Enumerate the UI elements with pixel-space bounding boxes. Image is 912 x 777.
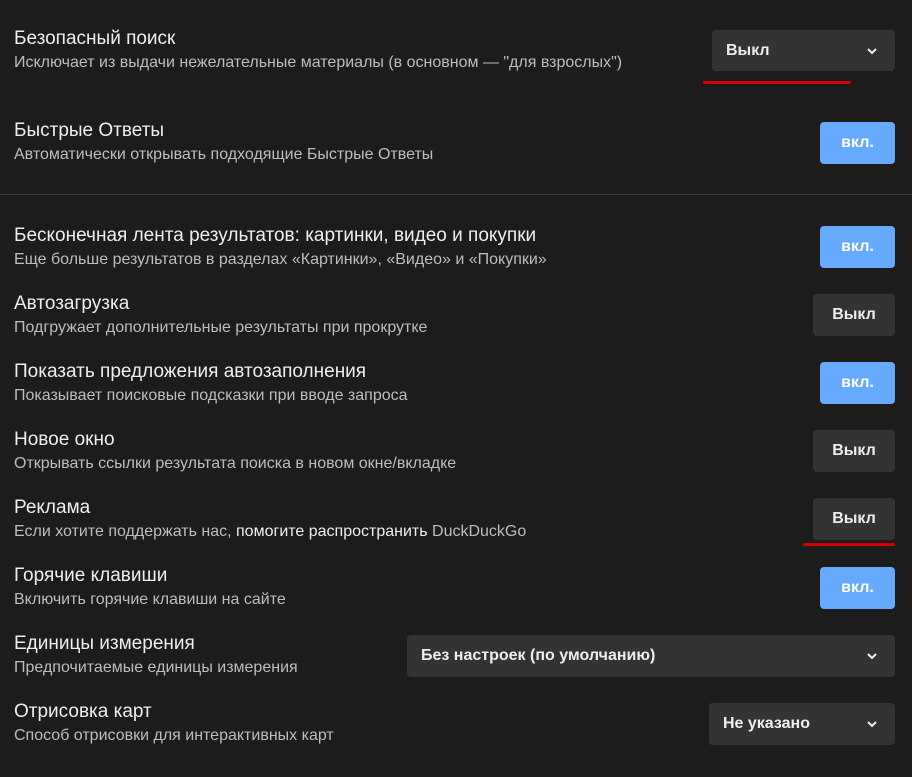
safe-search-value: Выкл [726,41,770,59]
setting-title: Реклама [14,497,91,518]
instant-answers-toggle-button[interactable]: вкл. [820,122,895,164]
setting-description: Включить горячие клавиши на сайте [14,591,286,608]
setting-title: Быстрые Ответы [14,120,165,141]
setting-description: Способ отрисовки для интерактивных карт [14,727,334,744]
chevron-down-icon [867,47,877,54]
setting-title: Новое окно [14,429,115,450]
infinite-scroll-toggle-button[interactable]: вкл. [820,226,895,268]
spread-the-word-link[interactable]: помогите распространить [236,523,428,540]
units-select[interactable]: Без настроек (по умолчанию) [407,635,895,677]
ads-desc-suffix: DuckDuckGo [432,523,527,540]
setting-description: Показывает поисковые подсказки при вводе… [14,387,408,404]
setting-title: Бесконечная лента результатов: картинки,… [14,225,537,246]
chevron-down-icon [867,721,877,728]
setting-description: Предпочитаемые единицы измерения [14,659,298,676]
units-value: Без настроек (по умолчанию) [421,647,656,664]
maps-select[interactable]: Не указано [709,703,895,745]
autosuggest-toggle-button[interactable]: вкл. [820,362,895,404]
setting-title: Горячие клавиши [14,565,168,586]
hotkeys-toggle-button[interactable]: вкл. [820,567,895,609]
ads-desc-prefix: Если хотите поддержать нас, [14,523,232,540]
chevron-down-icon [867,653,877,660]
maps-value: Не указано [723,715,810,732]
setting-title: Безопасный поиск [14,28,176,49]
setting-title: Единицы измерения [14,633,195,654]
autoload-toggle-button[interactable]: Выкл [813,294,895,336]
setting-title: Отрисовка карт [14,701,152,722]
setting-description: Еще больше результатов в разделах «Карти… [14,251,547,268]
setting-description: Открывать ссылки результата поиска в нов… [14,455,457,472]
setting-description: Исключает из выдачи нежелательные матери… [14,54,623,71]
setting-title: Показать предложения автозаполнения [14,361,367,382]
setting-title: Автозагрузка [14,293,130,314]
setting-description: Подгружает дополнительные результаты при… [14,319,428,336]
red-underline-annotation [803,543,895,546]
red-underline-annotation [703,81,851,84]
ads-toggle-button[interactable]: Выкл [813,498,895,540]
section-divider [0,194,912,195]
safe-search-select[interactable]: Выкл [712,30,895,71]
setting-description: Если хотите поддержать нас, помогите рас… [14,520,526,544]
new-window-toggle-button[interactable]: Выкл [813,430,895,472]
setting-description: Автоматически открывать подходящие Быстр… [14,146,434,163]
